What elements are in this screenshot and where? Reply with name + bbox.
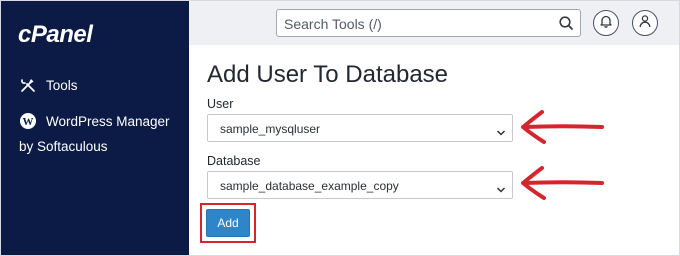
database-select-value: sample_database_example_copy xyxy=(220,179,399,193)
search-input[interactable]: Search Tools (/) xyxy=(276,9,581,37)
sidebar-item-label: WordPress Manager xyxy=(46,114,170,129)
user-select[interactable]: sample_mysqluser xyxy=(207,114,513,142)
add-button-highlight: Add xyxy=(200,203,256,243)
top-bar: Search Tools (/) xyxy=(189,1,679,45)
database-select[interactable]: sample_database_example_copy xyxy=(207,171,513,199)
sidebar-item-label: Tools xyxy=(46,78,78,93)
svg-text:W: W xyxy=(23,116,34,128)
user-icon xyxy=(638,14,652,33)
sidebar-item-tools[interactable]: Tools xyxy=(19,73,78,98)
sidebar-item-label-secondary: by Softaculous xyxy=(19,139,108,154)
database-label: Database xyxy=(207,154,261,168)
annotation-arrow-icon xyxy=(521,166,604,200)
chevron-down-icon xyxy=(496,181,506,199)
chevron-down-icon xyxy=(496,124,506,142)
search-icon[interactable] xyxy=(558,15,574,36)
add-button[interactable]: Add xyxy=(206,209,250,237)
notifications-button[interactable] xyxy=(593,10,619,36)
sidebar: cPanel Tools W WordPress Manager by Soft… xyxy=(1,1,189,255)
user-menu-button[interactable] xyxy=(632,10,658,36)
bell-icon xyxy=(599,14,613,33)
page-title: Add User To Database xyxy=(207,61,449,88)
cpanel-logo[interactable]: cPanel xyxy=(18,21,93,49)
tools-icon xyxy=(19,76,37,94)
main-content: Add User To Database User sample_mysqlus… xyxy=(189,45,679,255)
sidebar-item-wordpress-manager[interactable]: W WordPress Manager xyxy=(19,109,189,134)
search-placeholder: Search Tools (/) xyxy=(284,16,382,32)
user-label: User xyxy=(207,97,234,111)
annotation-arrow-icon xyxy=(521,110,604,144)
user-select-value: sample_mysqluser xyxy=(220,122,321,136)
wordpress-icon: W xyxy=(19,112,37,130)
